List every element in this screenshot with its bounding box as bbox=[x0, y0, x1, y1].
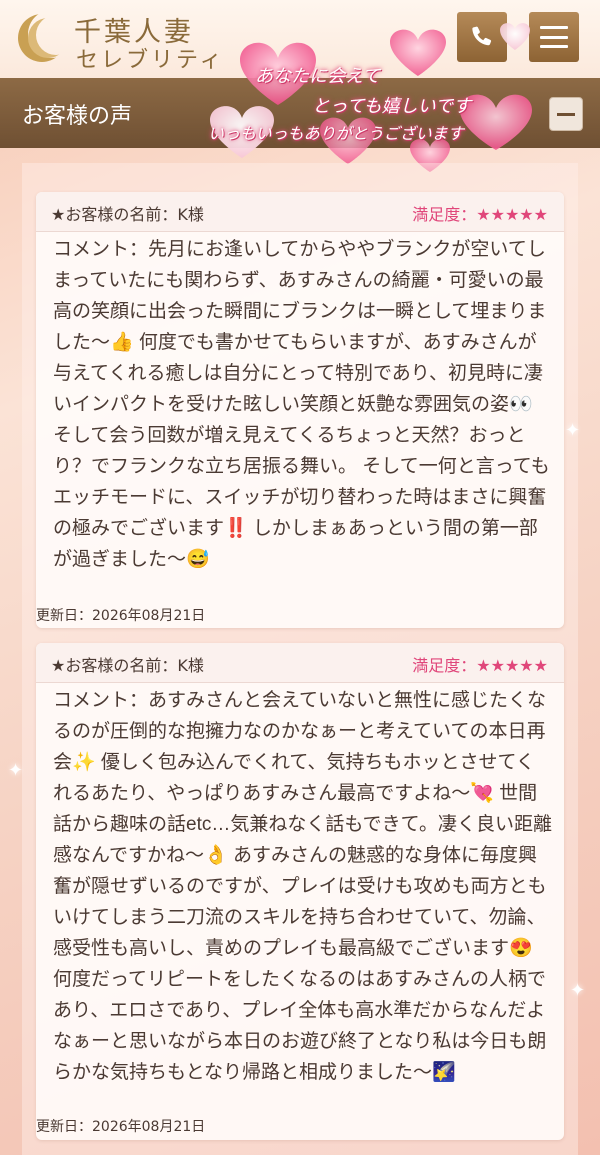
review-card-header: ★お客様の名前：K様 満足度：★★★★★ bbox=[36, 643, 564, 683]
review-card: ★お客様の名前：K様 満足度：★★★★★ コメント：あすみさんと会えていないと無… bbox=[36, 643, 564, 1140]
satisfaction-rating: 満足度：★★★★★ bbox=[412, 205, 548, 224]
updated-date: 更新日：2026年08月21日 bbox=[36, 608, 206, 624]
sparkle-icon: ✦ bbox=[570, 980, 586, 1001]
crescent-moon-inner-icon bbox=[28, 18, 68, 58]
sparkle-icon: ✦ bbox=[8, 760, 24, 781]
review-comment: コメント：先月にお逢いしてからややブランクが空いてしまっていたにも関わらず、あす… bbox=[53, 239, 550, 570]
customer-name: ★お客様の名前：K様 bbox=[51, 656, 204, 675]
review-card-header: ★お客様の名前：K様 満足度：★★★★★ bbox=[36, 192, 564, 232]
banner-line-3: いっもいっもありがとうございます bbox=[208, 124, 464, 143]
menu-icon bbox=[540, 26, 568, 48]
section-title: お客様の声 bbox=[22, 104, 133, 129]
hearts-banner: あなたに会えて とっても嬉しいです いっもいっもありがとうございます bbox=[200, 20, 540, 180]
banner-line-1: あなたに会えて bbox=[255, 66, 381, 87]
review-comment: コメント：あすみさんと会えていないと無性に感じたくなるのが圧倒的な抱擁力なのかな… bbox=[53, 690, 553, 1083]
satisfaction-rating: 満足度：★★★★★ bbox=[412, 656, 548, 675]
collapse-button[interactable] bbox=[549, 97, 583, 131]
review-card: ★お客様の名前：K様 満足度：★★★★★ コメント：先月にお逢いしてからややブラ… bbox=[36, 192, 564, 628]
sparkle-icon: ✦ bbox=[565, 420, 581, 441]
updated-date: 更新日：2026年08月21日 bbox=[36, 1119, 206, 1135]
minus-icon bbox=[557, 112, 575, 116]
customer-name: ★お客様の名前：K様 bbox=[51, 205, 204, 224]
banner-line-2: とっても嬉しいです bbox=[312, 96, 472, 117]
